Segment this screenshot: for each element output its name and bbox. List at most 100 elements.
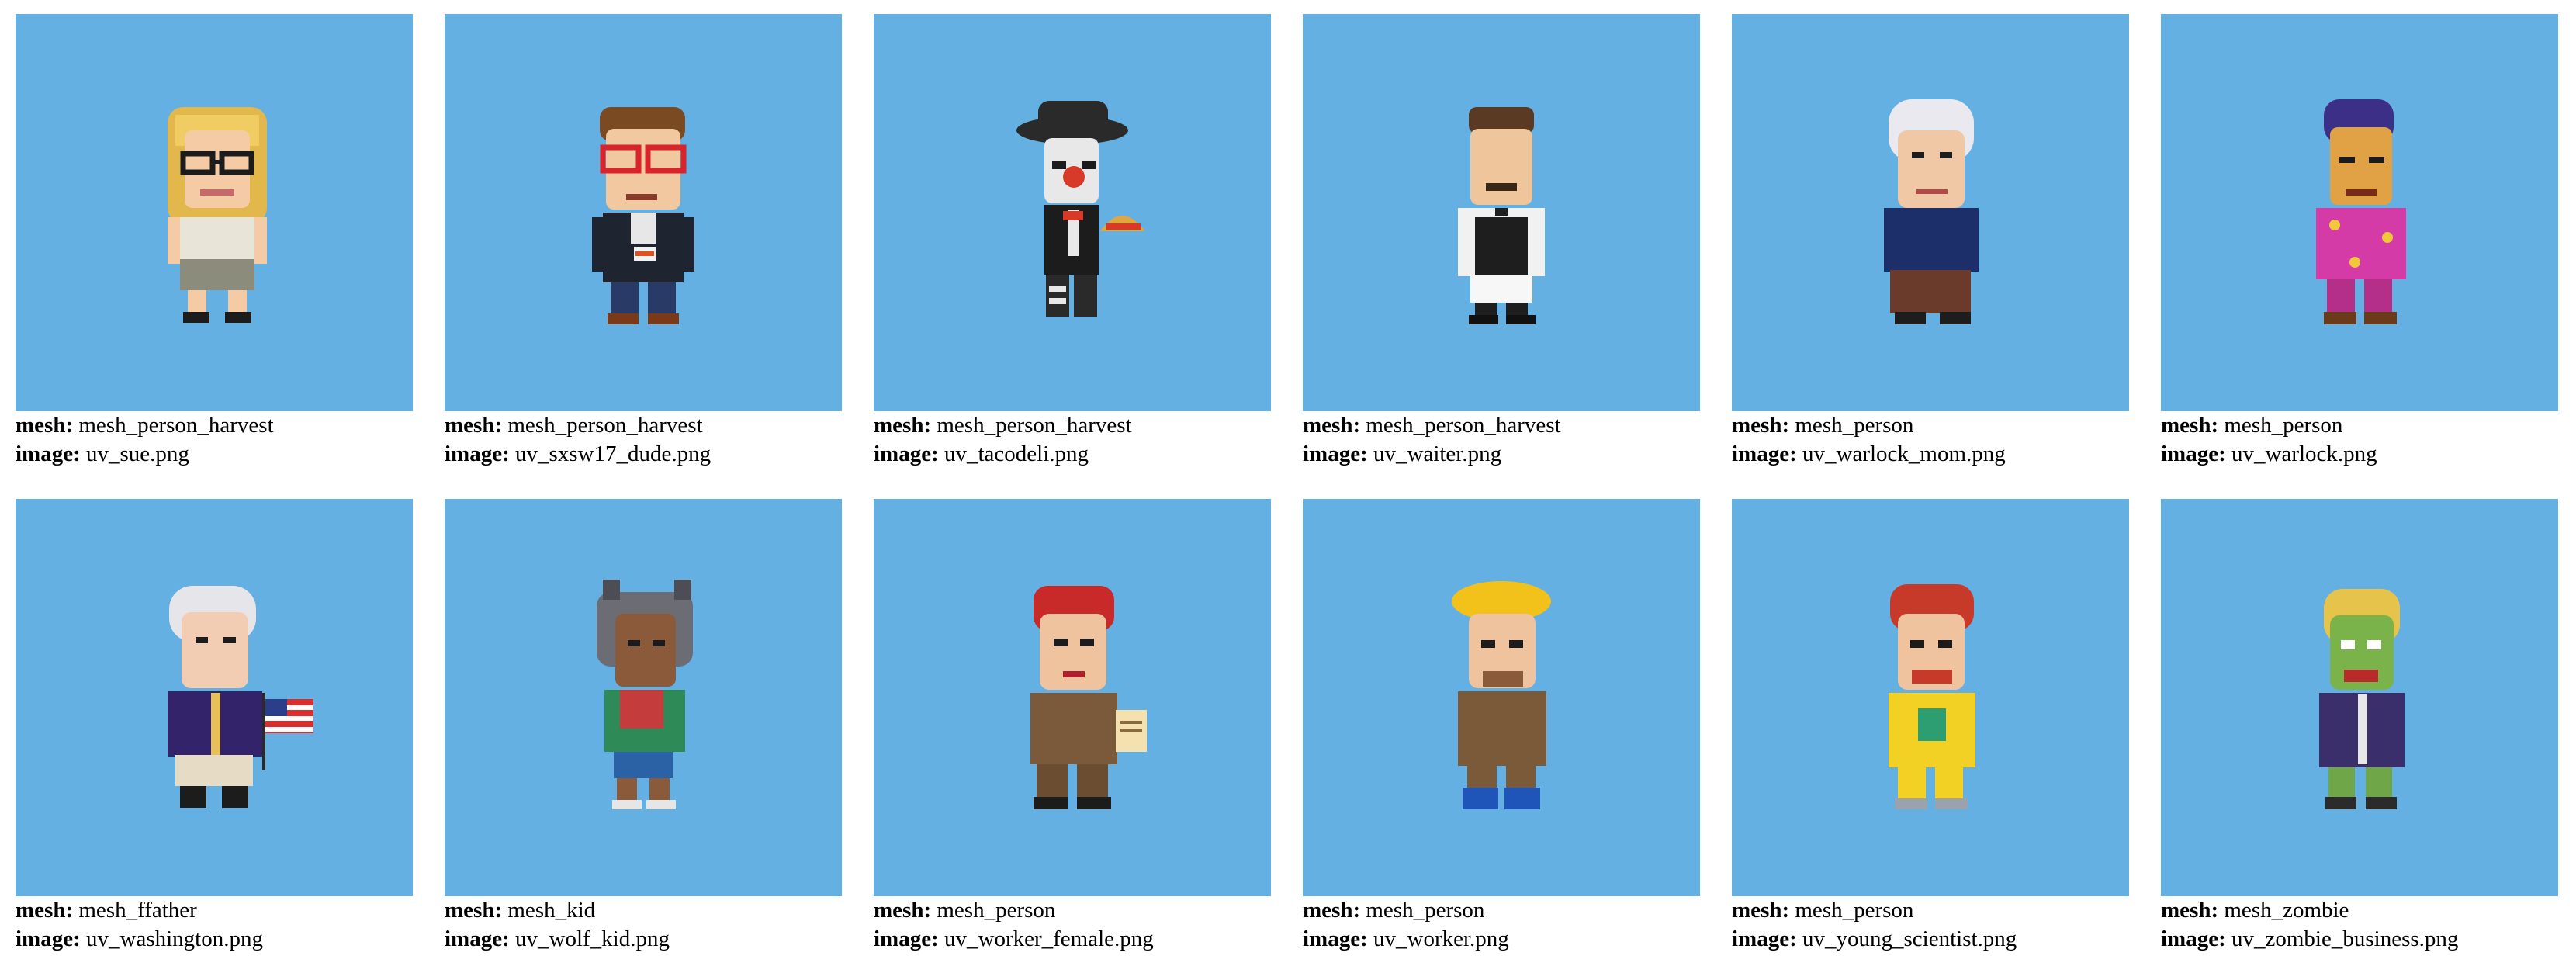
mesh-line: mesh: mesh_person_harvest [445,411,864,440]
thumbnail-warlock[interactable] [2161,14,2558,411]
thumbnail-worker-female[interactable] [874,499,1271,896]
image-label: image: [1303,442,1368,466]
character-warlock-image [2316,99,2406,324]
image-line: image: uv_waiter.png [1303,440,1722,469]
asset-card[interactable]: mesh: mesh_person image: uv_warlock.png [2161,14,2558,495]
mesh-value: mesh_person_harvest [937,413,1132,438]
character-young-scientist-image [1889,584,1975,809]
mesh-line: mesh: mesh_person [1732,896,2151,925]
image-value: uv_worker.png [1373,926,1509,951]
mesh-value: mesh_person [1795,898,1914,923]
asset-card[interactable]: mesh: mesh_person image: uv_warlock_mom.… [1732,14,2129,495]
image-line: image: uv_zombie_business.png [2161,925,2576,954]
thumbnail-warlock-mom[interactable] [1732,14,2129,411]
thumbnail-sxsw17-dude[interactable] [445,14,842,411]
mesh-label: mesh: [16,898,74,923]
asset-card[interactable]: mesh: mesh_person_harvest image: uv_taco… [874,14,1271,495]
mesh-line: mesh: mesh_person_harvest [1303,411,1722,440]
image-line: image: uv_wolf_kid.png [445,925,864,954]
image-label: image: [445,442,510,466]
mesh-value: mesh_person_harvest [1366,413,1561,438]
character-sxsw17-dude-image [592,107,694,324]
mesh-line: mesh: mesh_person [1303,896,1722,925]
asset-card[interactable]: mesh: mesh_zombie image: uv_zombie_busin… [2161,499,2558,980]
mesh-value: mesh_ffather [78,898,197,923]
image-value: uv_worker_female.png [944,926,1154,951]
image-value: uv_sue.png [86,442,189,466]
caption: mesh: mesh_person image: uv_young_scient… [1732,896,2151,954]
caption: mesh: mesh_person_harvest image: uv_taco… [874,411,1293,469]
mesh-value: mesh_person_harvest [78,413,274,438]
asset-card[interactable]: mesh: mesh_person_harvest image: uv_wait… [1303,14,1700,495]
character-warlock-mom-image [1884,99,1979,324]
thumbnail-zombie-business[interactable] [2161,499,2558,896]
asset-card[interactable]: mesh: mesh_person image: uv_worker_femal… [874,499,1271,980]
mesh-label: mesh: [445,413,503,438]
asset-card[interactable]: mesh: mesh_person_harvest image: uv_sxsw… [445,14,842,495]
mesh-line: mesh: mesh_ffather [16,896,435,925]
mesh-value: mesh_person [937,898,1056,923]
mesh-line: mesh: mesh_person [1732,411,2151,440]
mesh-label: mesh: [874,413,932,438]
caption: mesh: mesh_person image: uv_worker.png [1303,896,1722,954]
character-zombie-business-image [2319,589,2405,809]
mesh-value: mesh_zombie [2224,898,2349,923]
image-value: uv_zombie_business.png [2231,926,2459,951]
image-value: uv_warlock_mom.png [1802,442,2006,466]
image-label: image: [1732,442,1797,466]
mesh-line: mesh: mesh_person_harvest [874,411,1293,440]
image-line: image: uv_sxsw17_dude.png [445,440,864,469]
mesh-value: mesh_person [2224,413,2343,438]
image-value: uv_tacodeli.png [944,442,1089,466]
caption: mesh: mesh_kid image: uv_wolf_kid.png [445,896,864,954]
thumbnail-tacodeli[interactable] [874,14,1271,411]
mesh-line: mesh: mesh_person_harvest [16,411,435,440]
image-value: uv_washington.png [86,926,263,951]
thumbnail-sue[interactable] [16,14,413,411]
image-label: image: [1732,926,1797,951]
grid-row: mesh: mesh_person_harvest image: uv_sue.… [16,14,2576,466]
character-worker-female-image [1030,586,1147,809]
image-label: image: [874,442,939,466]
caption: mesh: mesh_person image: uv_warlock_mom.… [1732,411,2151,469]
image-label: image: [445,926,510,951]
image-line: image: uv_worker.png [1303,925,1722,954]
thumbnail-waiter[interactable] [1303,14,1700,411]
image-label: image: [1303,926,1368,951]
mesh-label: mesh: [1303,413,1361,438]
asset-card[interactable]: mesh: mesh_person image: uv_young_scient… [1732,499,2129,980]
asset-card[interactable]: mesh: mesh_ffather image: uv_washington.… [16,499,413,980]
mesh-value: mesh_person_harvest [507,413,703,438]
thumbnail-washington[interactable] [16,499,413,896]
asset-card[interactable]: mesh: mesh_person image: uv_worker.png [1303,499,1700,980]
thumbnail-wolf-kid[interactable] [445,499,842,896]
image-label: image: [2161,442,2226,466]
thumbnail-worker[interactable] [1303,499,1700,896]
caption: mesh: mesh_person_harvest image: uv_sue.… [16,411,435,469]
caption: mesh: mesh_person image: uv_worker_femal… [874,896,1293,954]
caption: mesh: mesh_ffather image: uv_washington.… [16,896,435,954]
mesh-label: mesh: [16,413,74,438]
thumbnail-young-scientist[interactable] [1732,499,2129,896]
image-label: image: [16,926,81,951]
caption: mesh: mesh_person image: uv_warlock.png [2161,411,2576,469]
character-worker-image [1452,581,1551,809]
image-value: uv_waiter.png [1373,442,1502,466]
character-sue-image [168,107,267,323]
mesh-label: mesh: [1303,898,1361,923]
mesh-value: mesh_kid [507,898,596,923]
image-value: uv_wolf_kid.png [515,926,670,951]
mesh-line: mesh: mesh_zombie [2161,896,2576,925]
asset-card[interactable]: mesh: mesh_person_harvest image: uv_sue.… [16,14,413,495]
image-line: image: uv_worker_female.png [874,925,1293,954]
character-wolf-kid-image [597,580,693,809]
image-line: image: uv_warlock_mom.png [1732,440,2151,469]
image-value: uv_young_scientist.png [1802,926,2017,951]
image-line: image: uv_washington.png [16,925,435,954]
asset-card[interactable]: mesh: mesh_kid image: uv_wolf_kid.png [445,499,842,980]
character-waiter-image [1458,107,1545,324]
mesh-line: mesh: mesh_person [874,896,1293,925]
image-line: image: uv_warlock.png [2161,440,2576,469]
caption: mesh: mesh_zombie image: uv_zombie_busin… [2161,896,2576,954]
mesh-line: mesh: mesh_kid [445,896,864,925]
